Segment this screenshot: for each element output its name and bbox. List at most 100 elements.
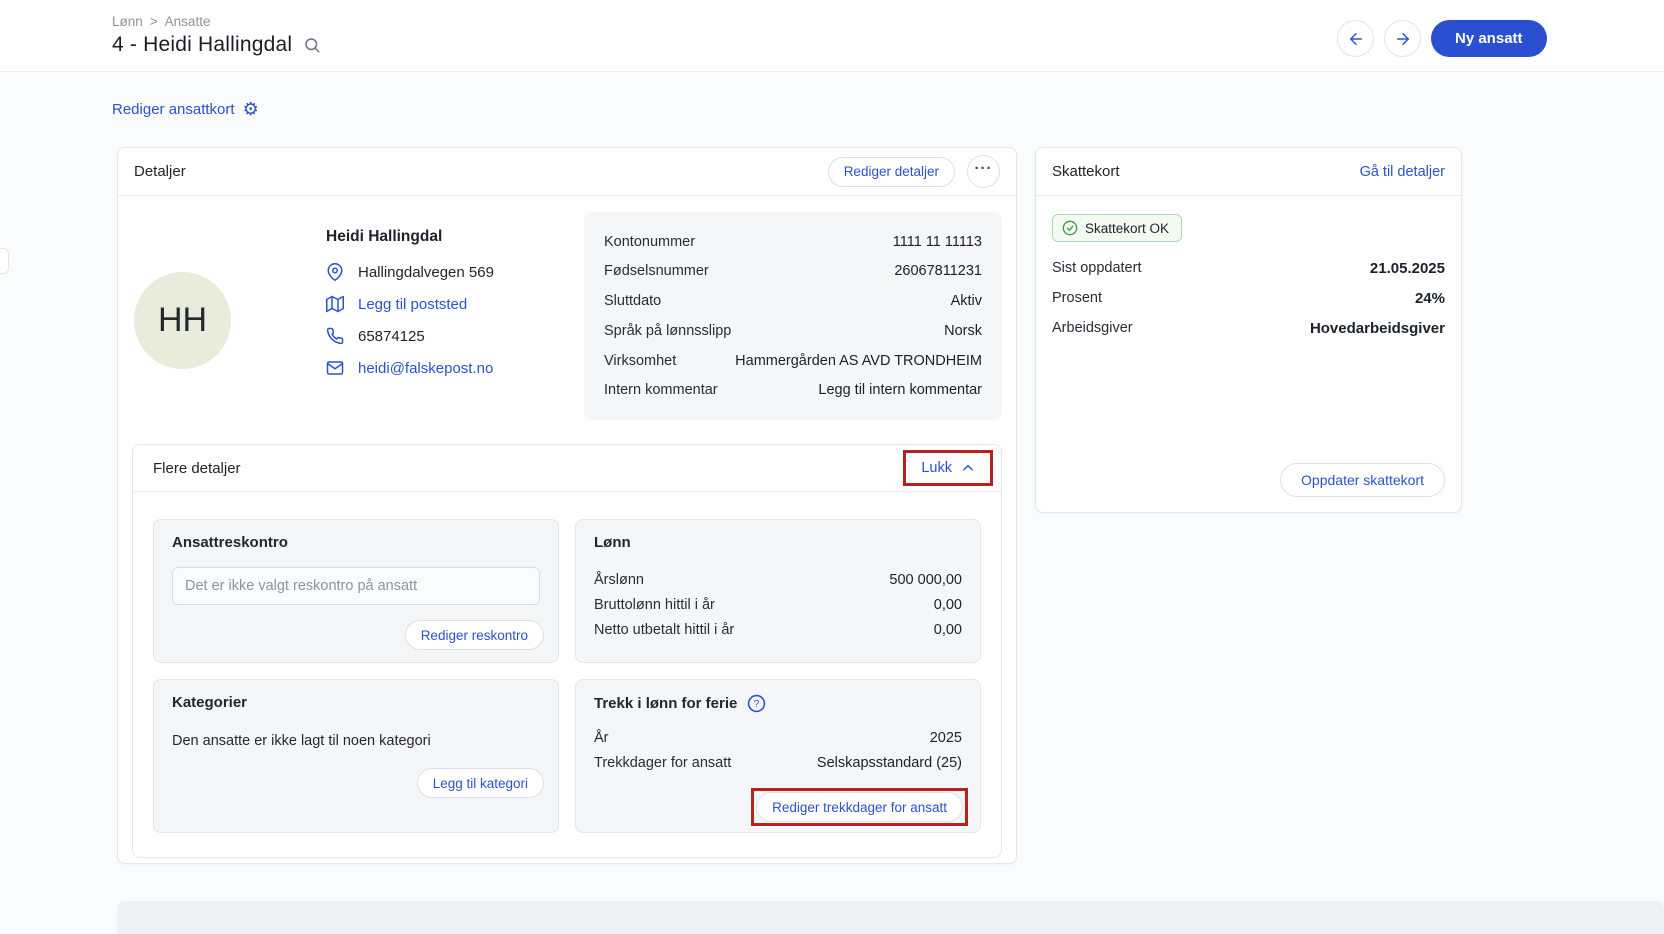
annotation-box-edit-deduction-days: Rediger trekkdager for ansatt	[751, 788, 968, 826]
tax-label: Prosent	[1052, 290, 1102, 306]
vacation-value: 2025	[930, 730, 962, 746]
postal-row: Legg til poststed	[326, 292, 467, 316]
edit-details-button[interactable]: Rediger detaljer	[828, 157, 955, 187]
new-employee-button[interactable]: Ny ansatt	[1431, 20, 1547, 57]
salary-label: Bruttolønn hittil i år	[594, 597, 715, 613]
next-section-edge	[117, 901, 1664, 934]
add-internal-comment-link[interactable]: Legg til intern kommentar	[818, 382, 982, 398]
categories-card: Kategorier Den ansatte er ikke lagt til …	[153, 679, 559, 833]
address-text: Hallingdalvegen 569	[358, 264, 494, 281]
vacation-row-trekkdager: Trekkdager for ansatt Selskapsstandard (…	[594, 753, 962, 772]
more-details-title: Flere detaljer	[153, 460, 241, 477]
tax-value: 24%	[1415, 290, 1445, 307]
top-bar: Lønn > Ansatte 4 - Heidi Hallingdal Ny a…	[0, 0, 1664, 72]
info-row-virksomhet: Virksomhet Hammergården AS AVD TRONDHEIM	[604, 353, 982, 369]
email-link[interactable]: heidi@falskepost.no	[358, 360, 493, 377]
arrow-left-icon	[1347, 30, 1365, 48]
next-employee-button[interactable]	[1384, 20, 1421, 57]
salary-value: 500 000,00	[889, 572, 962, 588]
phone-icon	[326, 327, 344, 345]
collapse-button[interactable]: Lukk	[906, 453, 990, 483]
gear-icon: ⚙	[243, 100, 259, 118]
salary-value: 0,00	[934, 597, 962, 613]
update-tax-card-button[interactable]: Oppdater skattekort	[1280, 463, 1445, 497]
categories-title: Kategorier	[172, 694, 540, 711]
info-value: 1111 11 11113	[893, 234, 982, 250]
info-value: Norsk	[944, 323, 982, 339]
breadcrumb-item-ansatte[interactable]: Ansatte	[165, 14, 211, 29]
details-card-header: Detaljer Rediger detaljer ···	[118, 148, 1016, 196]
phone-row: 65874125	[326, 324, 425, 348]
reskontro-input[interactable]	[172, 567, 540, 605]
edit-employee-card-label: Rediger ansattkort	[112, 101, 235, 118]
info-label: Fødselsnummer	[604, 263, 709, 279]
more-details-header: Flere detaljer Lukk	[133, 445, 1001, 492]
vacation-label: Trekkdager for ansatt	[594, 755, 731, 771]
map-icon	[326, 295, 344, 313]
vacation-title: Trekk i lønn for ferie	[594, 695, 737, 712]
status-badge: Skattekort OK	[1052, 214, 1182, 242]
info-label: Kontonummer	[604, 234, 695, 250]
check-circle-icon	[1062, 220, 1078, 236]
ledger-title: Ansattreskontro	[172, 534, 540, 551]
details-card: Detaljer Rediger detaljer ··· HH Heidi H…	[117, 147, 1017, 864]
salary-row-netto: Netto utbetalt hittil i år 0,00	[594, 620, 962, 639]
vacation-title-row: Trekk i lønn for ferie ?	[594, 694, 962, 713]
tax-row-sist-oppdatert: Sist oppdatert 21.05.2025	[1052, 258, 1445, 278]
page-title: 4 - Heidi Hallingdal	[112, 33, 292, 57]
categories-empty-text: Den ansatte er ikke lagt til noen katego…	[172, 733, 540, 749]
salary-value: 0,00	[934, 622, 962, 638]
info-value: 26067811231	[894, 263, 982, 279]
tax-card-header: Skattekort Gå til detaljer	[1036, 148, 1461, 196]
salary-title: Lønn	[594, 534, 962, 551]
avatar: HH	[134, 272, 231, 369]
salary-row-bruttolonn: Bruttolønn hittil i år 0,00	[594, 595, 962, 614]
more-options-button[interactable]: ···	[967, 155, 1000, 188]
info-label: Virksomhet	[604, 353, 676, 369]
tax-row-prosent: Prosent 24%	[1052, 288, 1445, 308]
edit-ledger-button[interactable]: Rediger reskontro	[405, 620, 544, 650]
tax-label: Arbeidsgiver	[1052, 320, 1133, 336]
tax-details-link[interactable]: Gå til detaljer	[1360, 164, 1445, 180]
prev-employee-button[interactable]	[1337, 20, 1374, 57]
info-row-sprak: Språk på lønnsslipp Norsk	[604, 323, 982, 339]
salary-row-arslonn: Årslønn 500 000,00	[594, 570, 962, 589]
info-label: Intern kommentar	[604, 382, 718, 398]
salary-card: Lønn Årslønn 500 000,00 Bruttolønn hitti…	[575, 519, 981, 663]
edit-employee-card-link[interactable]: Rediger ansattkort ⚙	[112, 100, 259, 118]
info-label: Språk på lønnsslipp	[604, 323, 731, 339]
address-row: Hallingdalvegen 569	[326, 260, 494, 284]
tax-card-title: Skattekort	[1052, 163, 1120, 180]
sidebar-handle[interactable]	[0, 248, 9, 274]
vacation-deduction-card: Trekk i lønn for ferie ? År 2025 Trekkda…	[575, 679, 981, 833]
add-category-button[interactable]: Legg til kategori	[417, 768, 544, 798]
status-badge-label: Skattekort OK	[1085, 221, 1169, 236]
breadcrumb-item-lonn[interactable]: Lønn	[112, 14, 143, 29]
employee-detail-page: Lønn > Ansatte 4 - Heidi Hallingdal Ny a…	[0, 0, 1664, 934]
salary-label: Netto utbetalt hittil i år	[594, 622, 734, 638]
info-label: Sluttdato	[604, 293, 661, 309]
employee-ledger-card: Ansattreskontro Rediger reskontro	[153, 519, 559, 663]
info-row-fodselsnummer: Fødselsnummer 26067811231	[604, 263, 982, 279]
help-question-icon[interactable]: ?	[747, 694, 766, 713]
tax-value: 21.05.2025	[1370, 260, 1445, 277]
info-value: Hammergården AS AVD TRONDHEIM	[735, 353, 982, 369]
arrow-right-icon	[1394, 30, 1412, 48]
info-row-intern-kommentar: Intern kommentar Legg til intern komment…	[604, 382, 982, 398]
ellipsis-icon: ···	[975, 160, 993, 177]
salary-label: Årslønn	[594, 572, 644, 588]
envelope-icon	[326, 359, 344, 377]
info-value: Aktiv	[951, 293, 982, 309]
tax-rows: Sist oppdatert 21.05.2025 Prosent 24% Ar…	[1052, 258, 1445, 338]
employee-info-panel: Kontonummer 1111 11 11113 Fødselsnummer …	[584, 212, 1002, 420]
phone-text: 65874125	[358, 328, 425, 345]
info-row-kontonummer: Kontonummer 1111 11 11113	[604, 234, 982, 250]
info-row-sluttdato: Sluttdato Aktiv	[604, 293, 982, 309]
search-icon[interactable]	[303, 36, 321, 54]
avatar-initials: HH	[158, 301, 207, 340]
breadcrumb: Lønn > Ansatte	[112, 14, 210, 29]
tax-row-arbeidsgiver: Arbeidsgiver Hovedarbeidsgiver	[1052, 318, 1445, 338]
edit-deduction-days-button[interactable]: Rediger trekkdager for ansatt	[756, 792, 963, 822]
add-postal-link[interactable]: Legg til poststed	[358, 296, 467, 313]
employee-name: Heidi Hallingdal	[326, 228, 442, 246]
